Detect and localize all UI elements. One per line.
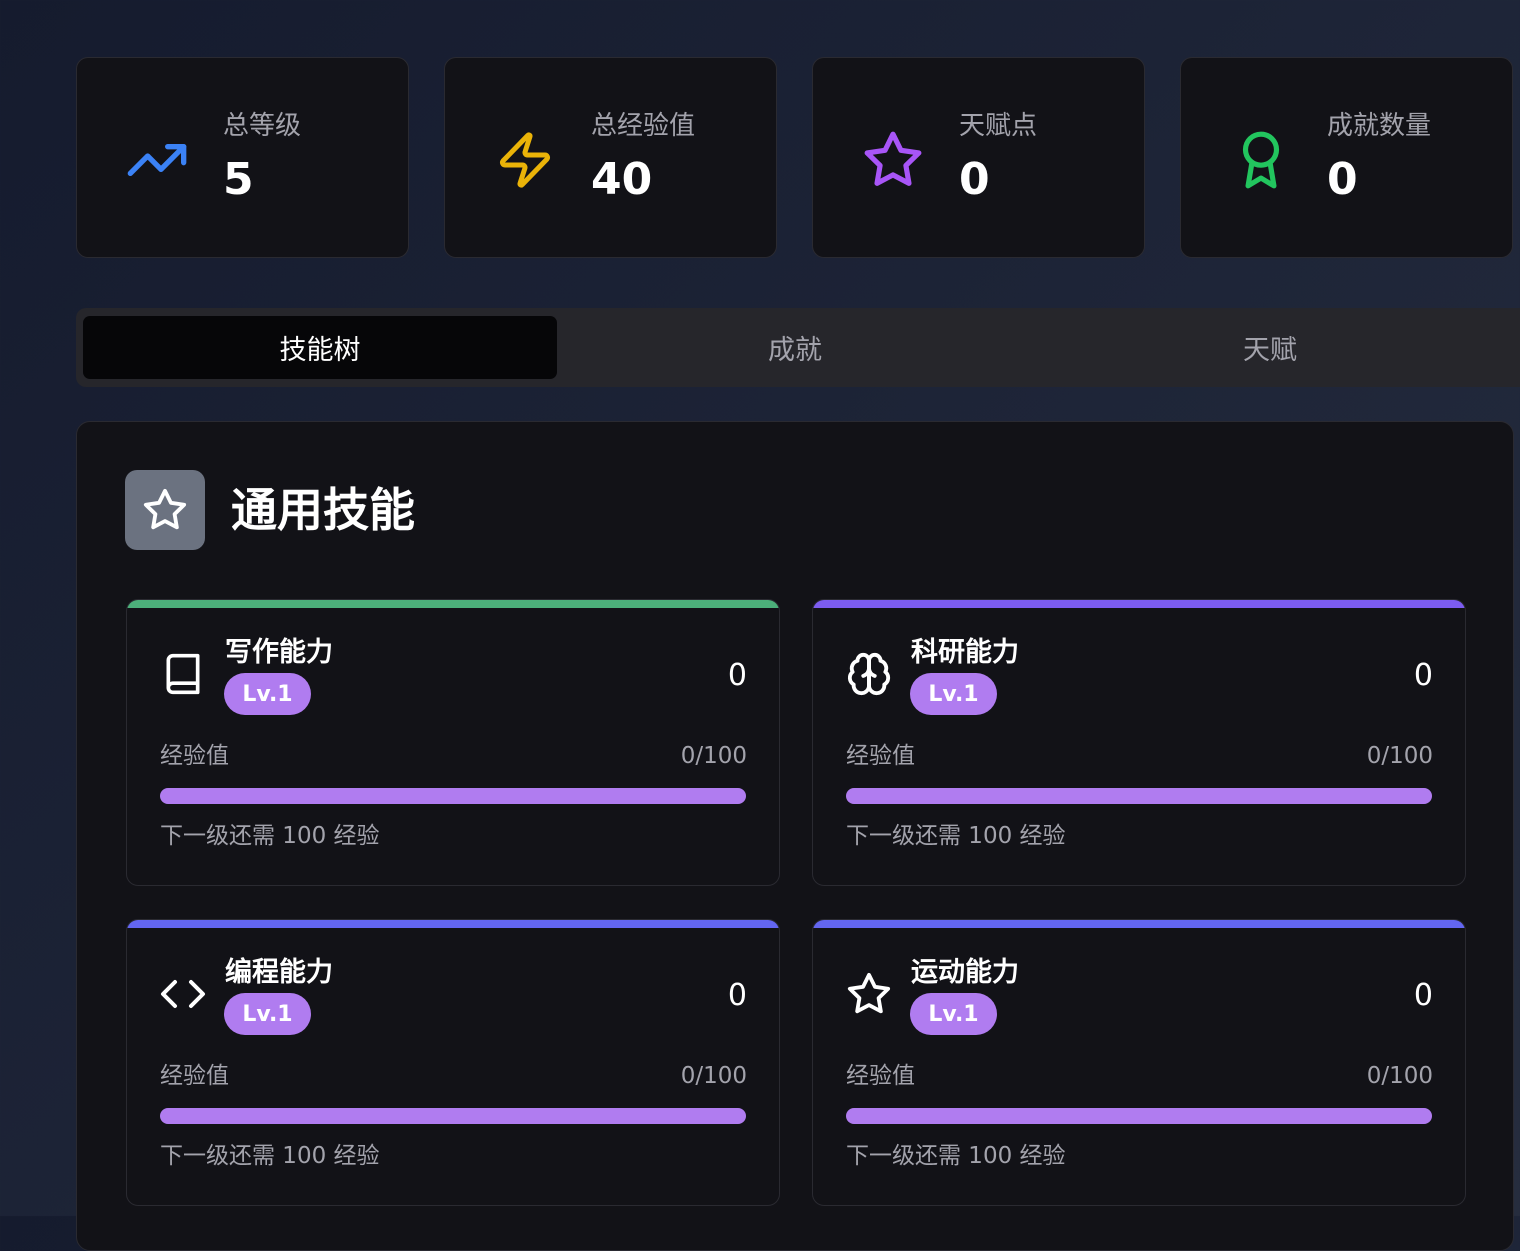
lightning-icon bbox=[493, 128, 557, 192]
stat-label: 天赋点 bbox=[959, 111, 1038, 141]
xp-progress-bar bbox=[846, 1108, 1432, 1124]
xp-label: 经验值 bbox=[846, 743, 915, 769]
section-star-icon bbox=[125, 470, 205, 550]
stat-label: 总经验值 bbox=[591, 111, 696, 141]
stat-label: 总等级 bbox=[223, 111, 302, 141]
xp-value: 0/100 bbox=[1366, 743, 1433, 769]
xp-label: 经验值 bbox=[160, 1063, 229, 1089]
tab-bar: 技能树 成就 天赋 bbox=[76, 308, 1520, 387]
stat-value: 5 bbox=[223, 154, 254, 205]
book-icon bbox=[159, 650, 207, 698]
section-title: 通用技能 bbox=[231, 483, 415, 537]
skill-points: 0 bbox=[727, 978, 747, 1013]
level-badge: Lv.1 bbox=[224, 993, 311, 1035]
code-icon bbox=[159, 970, 207, 1018]
skill-card-sports[interactable]: 运动能力 Lv.1 0 经验值 0/100 下一级还需 100 经验 bbox=[812, 919, 1466, 1206]
stat-value: 40 bbox=[591, 154, 653, 205]
stat-card-total-level: 总等级 5 bbox=[76, 57, 409, 258]
tab-achievements[interactable]: 成就 bbox=[558, 316, 1032, 379]
skill-points: 0 bbox=[1413, 658, 1433, 693]
accent-bar bbox=[127, 920, 779, 928]
stat-card-talent-points: 天赋点 0 bbox=[812, 57, 1145, 258]
stat-card-achievements: 成就数量 0 bbox=[1180, 57, 1513, 258]
stat-value: 0 bbox=[959, 154, 990, 205]
brain-icon bbox=[845, 650, 893, 698]
xp-value: 0/100 bbox=[680, 1063, 747, 1089]
skill-card-research[interactable]: 科研能力 Lv.1 0 经验值 0/100 下一级还需 100 经验 bbox=[812, 599, 1466, 886]
next-level-text: 下一级还需 100 经验 bbox=[846, 823, 1066, 849]
skill-card-programming[interactable]: 编程能力 Lv.1 0 经验值 0/100 下一级还需 100 经验 bbox=[126, 919, 780, 1206]
next-level-text: 下一级还需 100 经验 bbox=[160, 823, 380, 849]
accent-bar bbox=[127, 600, 779, 608]
xp-value: 0/100 bbox=[1366, 1063, 1433, 1089]
trending-up-icon bbox=[125, 128, 189, 192]
next-level-text: 下一级还需 100 经验 bbox=[846, 1143, 1066, 1169]
accent-bar bbox=[813, 600, 1465, 608]
skill-panel: 通用技能 写作能力 Lv.1 0 经验值 0/100 下一级还需 100 经验 … bbox=[76, 421, 1514, 1251]
tab-talents[interactable]: 天赋 bbox=[1033, 316, 1507, 379]
skill-points: 0 bbox=[1413, 978, 1433, 1013]
tab-skill-tree[interactable]: 技能树 bbox=[83, 316, 557, 379]
xp-label: 经验值 bbox=[846, 1063, 915, 1089]
stat-card-total-xp: 总经验值 40 bbox=[444, 57, 777, 258]
star-icon bbox=[861, 128, 925, 192]
xp-label: 经验值 bbox=[160, 743, 229, 769]
stat-value: 0 bbox=[1327, 154, 1358, 205]
skill-card-writing[interactable]: 写作能力 Lv.1 0 经验值 0/100 下一级还需 100 经验 bbox=[126, 599, 780, 886]
stat-label: 成就数量 bbox=[1327, 111, 1432, 141]
level-badge: Lv.1 bbox=[910, 993, 997, 1035]
xp-value: 0/100 bbox=[680, 743, 747, 769]
accent-bar bbox=[813, 920, 1465, 928]
skill-name: 运动能力 bbox=[911, 957, 1019, 988]
level-badge: Lv.1 bbox=[910, 673, 997, 715]
xp-progress-bar bbox=[160, 1108, 746, 1124]
skill-name: 写作能力 bbox=[225, 637, 333, 668]
skill-name: 科研能力 bbox=[911, 637, 1019, 668]
level-badge: Lv.1 bbox=[224, 673, 311, 715]
skill-name: 编程能力 bbox=[225, 957, 333, 988]
xp-progress-bar bbox=[846, 788, 1432, 804]
skill-points: 0 bbox=[727, 658, 747, 693]
next-level-text: 下一级还需 100 经验 bbox=[160, 1143, 380, 1169]
xp-progress-bar bbox=[160, 788, 746, 804]
star-icon bbox=[845, 970, 893, 1018]
award-icon bbox=[1229, 128, 1293, 192]
